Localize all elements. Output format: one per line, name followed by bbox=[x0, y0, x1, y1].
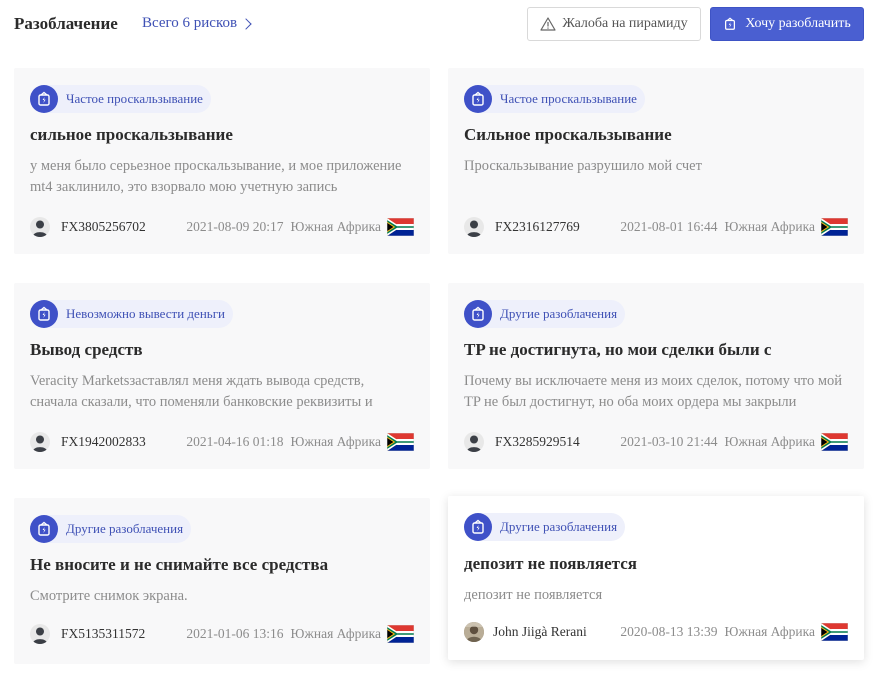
category-tag: Частое проскальзывание bbox=[30, 85, 211, 113]
card-footer: FX1942002833 2021-04-16 01:18 Южная Афри… bbox=[30, 430, 414, 454]
country-name: Южная Африка bbox=[290, 626, 381, 641]
card-footer: FX3285929514 2021-03-10 21:44 Южная Афри… bbox=[464, 430, 848, 454]
category-label: Другие разоблачения bbox=[66, 521, 184, 536]
card-description: Проскальзывание разрушило мой счет bbox=[464, 158, 702, 174]
category-label: Другие разоблачения bbox=[500, 519, 618, 534]
chevron-right-icon bbox=[240, 17, 252, 30]
category-tag: Другие разоблачения bbox=[464, 300, 626, 328]
user-avatar bbox=[464, 622, 484, 642]
card-description: депозит не появляется bbox=[464, 587, 603, 603]
south-africa-flag-icon bbox=[387, 218, 414, 236]
user-avatar-icon bbox=[30, 432, 50, 452]
card-description: Veracity Marketsзаставлял меня ждать выв… bbox=[30, 373, 373, 410]
post-date: 2021-08-01 16:44 bbox=[620, 219, 718, 234]
category-tag: Частое проскальзывание bbox=[464, 85, 645, 113]
user-name: FX3285929514 bbox=[495, 434, 580, 449]
post-date: 2021-03-10 21:44 bbox=[620, 434, 718, 449]
user-name: FX1942002833 bbox=[61, 434, 146, 449]
exposure-card[interactable]: Другие разоблачения депозит не появляетс… bbox=[448, 496, 864, 660]
expose-button-label: Хочу разоблачить bbox=[745, 16, 851, 31]
category-tag: Другие разоблачения bbox=[464, 513, 626, 541]
country-name: Южная Африка bbox=[290, 219, 381, 234]
exposure-card[interactable]: Другие разоблачения TP не достигнута, но… bbox=[448, 283, 864, 469]
card-footer: John Jiigà Rerani 2020-08-13 13:39 Южная… bbox=[464, 620, 848, 644]
south-africa-flag-icon bbox=[821, 218, 848, 236]
country-name: Южная Африка bbox=[290, 434, 381, 449]
user-avatar-icon bbox=[464, 432, 484, 452]
expose-icon bbox=[723, 16, 737, 32]
category-label: Невозможно вывести деньги bbox=[66, 306, 225, 321]
card-title: Вывод средств bbox=[30, 340, 143, 359]
expose-button[interactable]: Хочу разоблачить bbox=[710, 7, 864, 41]
card-description: у меня было серьезное проскальзывание, и… bbox=[30, 158, 402, 195]
card-description: Смотрите снимок экрана. bbox=[30, 588, 188, 604]
total-risks-label: Всего 6 рисков bbox=[142, 15, 238, 31]
warning-icon bbox=[540, 17, 556, 31]
lightning-box-icon bbox=[464, 300, 492, 328]
card-footer: FX2316127769 2021-08-01 16:44 Южная Афри… bbox=[464, 215, 848, 239]
card-footer: FX5135311572 2021-01-06 13:16 Южная Афри… bbox=[30, 622, 414, 646]
lightning-box-icon bbox=[464, 85, 492, 113]
page-header: Разоблачение Всего 6 рисков Жалоба на пи… bbox=[0, 0, 888, 50]
card-title: сильное проскальзывание bbox=[30, 125, 233, 144]
card-footer: FX3805256702 2021-08-09 20:17 Южная Афри… bbox=[30, 215, 414, 239]
user-name: FX2316127769 bbox=[495, 219, 580, 234]
category-label: Частое проскальзывание bbox=[500, 91, 637, 106]
category-tag: Невозможно вывести деньги bbox=[30, 300, 233, 328]
user-avatar-icon bbox=[30, 624, 50, 644]
exposure-card[interactable]: Другие разоблачения Не вносите и не сним… bbox=[14, 498, 430, 664]
category-label: Частое проскальзывание bbox=[66, 91, 203, 106]
total-risks-link[interactable]: Всего 6 рисков bbox=[142, 15, 252, 32]
post-date: 2021-08-09 20:17 bbox=[186, 219, 284, 234]
card-title: TP не достигнута, но мои сделки были с bbox=[464, 340, 772, 359]
card-title: Сильное проскальзывание bbox=[464, 125, 672, 144]
exposure-card[interactable]: Частое проскальзывание Сильное проскальз… bbox=[448, 68, 864, 254]
country-name: Южная Африка bbox=[724, 624, 815, 639]
exposure-card[interactable]: Невозможно вывести деньги Вывод средств … bbox=[14, 283, 430, 469]
lightning-box-icon bbox=[30, 515, 58, 543]
country-name: Южная Африка bbox=[724, 219, 815, 234]
lightning-box-icon bbox=[30, 85, 58, 113]
user-name: John Jiigà Rerani bbox=[493, 624, 587, 639]
pyramid-complaint-button[interactable]: Жалоба на пирамиду bbox=[527, 7, 701, 41]
post-date: 2021-04-16 01:18 bbox=[186, 434, 284, 449]
user-name: FX5135311572 bbox=[61, 626, 146, 641]
lightning-box-icon bbox=[464, 513, 492, 541]
south-africa-flag-icon bbox=[387, 625, 414, 643]
category-label: Другие разоблачения bbox=[500, 306, 618, 321]
exposure-card[interactable]: Частое проскальзывание сильное проскальз… bbox=[14, 68, 430, 254]
country-name: Южная Африка bbox=[724, 434, 815, 449]
south-africa-flag-icon bbox=[387, 433, 414, 451]
user-name: FX3805256702 bbox=[61, 219, 146, 234]
post-date: 2020-08-13 13:39 bbox=[620, 624, 718, 639]
post-date: 2021-01-06 13:16 bbox=[186, 626, 284, 641]
card-title: депозит не появляется bbox=[464, 554, 637, 573]
south-africa-flag-icon bbox=[821, 433, 848, 451]
user-avatar-icon bbox=[30, 217, 50, 237]
page-title: Разоблачение bbox=[14, 14, 118, 33]
user-avatar-icon bbox=[464, 217, 484, 237]
south-africa-flag-icon bbox=[821, 623, 848, 641]
card-description: Почему вы исключаете меня из моих сделок… bbox=[464, 373, 843, 410]
category-tag: Другие разоблачения bbox=[30, 515, 192, 543]
lightning-box-icon bbox=[30, 300, 58, 328]
pyramid-complaint-label: Жалоба на пирамиду bbox=[562, 16, 688, 31]
card-title: Не вносите и не снимайте все средства bbox=[30, 555, 329, 574]
